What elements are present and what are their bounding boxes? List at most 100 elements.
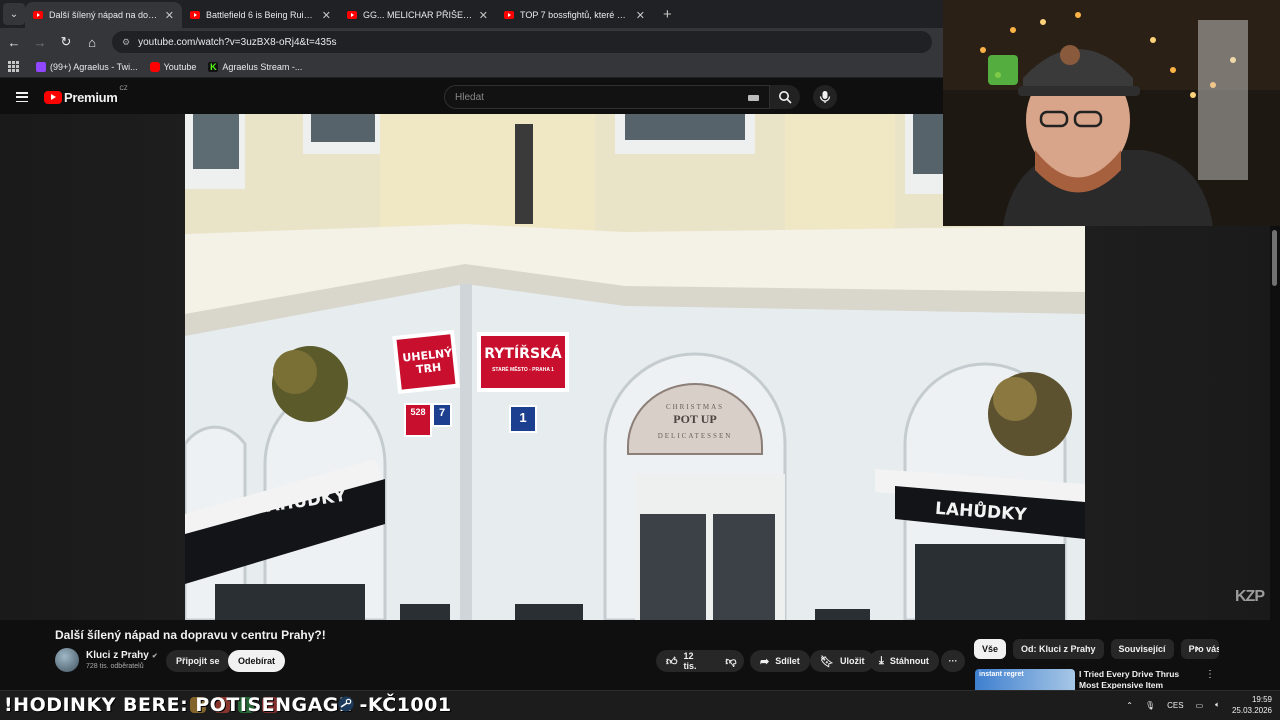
browser-tab[interactable]: Battlefield 6 is Being Ruined By ✕ [182, 2, 339, 28]
share-button[interactable]: ➦ Sdílet [750, 650, 810, 672]
search-placeholder: Hledat [455, 91, 484, 103]
url-text: youtube.com/watch?v=3uzBX8-oRj4&t=435s [138, 36, 337, 48]
scrollbar-thumb[interactable] [1272, 230, 1277, 286]
page-scrollbar[interactable] [1270, 226, 1280, 676]
screen: ⌄ Další šílený nápad na dopravu v ✕ Batt… [0, 0, 1280, 720]
youtube-favicon-icon [33, 11, 43, 19]
thumbnail-tag-text: instant regret [979, 671, 1024, 678]
address-bar[interactable]: ⚙ youtube.com/watch?v=3uzBX8-oRj4&t=435s [112, 31, 932, 53]
channel-name[interactable]: Kluci z Prahy ✔ [86, 650, 158, 661]
download-icon: ⤓ [879, 654, 884, 667]
share-label: Sdílet [775, 656, 800, 666]
tab-close-icon[interactable]: ✕ [636, 9, 645, 22]
chip-all[interactable]: Vše [974, 639, 1007, 659]
menu-icon[interactable] [16, 92, 28, 102]
tab-title: Battlefield 6 is Being Ruined By [206, 10, 316, 20]
recommended-video-thumbnail[interactable]: instant regret [975, 669, 1075, 691]
arch-text-line1: CHRISTMAS [665, 403, 725, 411]
house-number-528: 528 [410, 407, 426, 417]
tab-title: GG... MELICHAR PŘIŠEL O DALŠ [363, 10, 473, 20]
chevron-right-icon[interactable]: › [1195, 641, 1199, 655]
network-icon[interactable]: ▭ [1196, 701, 1204, 710]
back-arrow-icon[interactable]: ← [2, 35, 26, 50]
channel-avatar[interactable] [55, 648, 79, 672]
like-button[interactable]: 👍︎ 12 tis. [656, 650, 718, 672]
browser-tab[interactable]: TOP 7 bossfightů, které hraniči ✕ [496, 2, 653, 28]
search-input[interactable]: Hledat [444, 85, 770, 109]
browser-tab[interactable]: GG... MELICHAR PŘIŠEL O DALŠ ✕ [339, 2, 496, 28]
youtube-play-icon [44, 90, 62, 104]
youtube-favicon-icon [347, 11, 357, 19]
forward-arrow-icon[interactable]: → [28, 35, 52, 50]
chip-related[interactable]: Související [1110, 639, 1174, 659]
new-tab-button[interactable]: + [663, 6, 672, 23]
tab-search-button[interactable]: ⌄ [3, 3, 25, 25]
save-label: Uložit [839, 656, 865, 666]
youtube-logo[interactable]: Premium CZ [44, 86, 128, 105]
taskbar-clock[interactable]: 19:59 25.03.2026 [1232, 694, 1272, 716]
youtube-icon [149, 61, 160, 72]
volume-icon[interactable]: 🔈︎ [1215, 700, 1220, 710]
search-icon [779, 91, 792, 104]
share-icon: ➦ [760, 655, 770, 668]
sign-subtext-rytirska: STARÉ MĚSTO - PRAHA 1 [492, 367, 554, 373]
tab-close-icon[interactable]: ✕ [322, 9, 331, 22]
save-button[interactable]: 🔖︎ Uložit [810, 650, 875, 672]
recommended-video-title[interactable]: I Tried Every Drive Thrus Most Expensive… [1079, 669, 1197, 689]
apps-grid-icon[interactable] [8, 60, 20, 73]
recommendation-chips: Vše Od: Kluci z Prahy Související Pro vá… [974, 639, 1219, 659]
keyboard-icon[interactable] [748, 95, 759, 101]
download-button[interactable]: ⤓ Stáhnout [869, 650, 939, 672]
sign-text-rytirska: RYTÍŘSKÁ [484, 346, 562, 362]
channel-watermark[interactable]: KZP [1235, 588, 1265, 606]
tab-close-icon[interactable]: ✕ [479, 9, 488, 22]
microphone-icon [819, 91, 831, 103]
bookmark-label: Agraelus Stream -... [222, 61, 303, 72]
clock-date: 25.03.2026 [1231, 706, 1272, 715]
arch-text-line2: POT UP [673, 412, 717, 426]
like-count: 12 tis. [683, 651, 697, 671]
language-indicator[interactable]: CES [1167, 701, 1183, 710]
microphone-tray-icon[interactable]: 🎙︎ [1145, 701, 1155, 710]
video-title: Další šílený nápad na dopravu v centru P… [55, 628, 326, 642]
system-tray: ⌃ 🎙︎ CES ▭ 🔈︎ 19:59 25.03.2026 [1114, 692, 1272, 718]
tray-chevron-up-icon[interactable]: ⌃ [1126, 701, 1133, 710]
thumbs-up-icon: 👍︎ [666, 655, 678, 668]
more-actions-button[interactable]: ··· [941, 650, 965, 672]
voice-search-button[interactable] [813, 85, 837, 109]
steam-icon[interactable] [338, 696, 354, 712]
chip-from-channel[interactable]: Od: Kluci z Prahy [1013, 639, 1104, 659]
tab-title: Další šílený nápad na dopravu v [49, 10, 159, 20]
subscriber-count: 728 tis. odběratelů [86, 663, 144, 670]
join-button[interactable]: Připojit se [166, 650, 230, 672]
bookmark-kick[interactable]: K Agraelus Stream -... [208, 61, 303, 72]
kebab-menu-icon[interactable]: ⋮ [1205, 669, 1215, 680]
chip-for-you[interactable]: Pro vás [1180, 639, 1219, 659]
tab-close-icon[interactable]: ✕ [165, 9, 174, 22]
logo-text: Premium [64, 89, 118, 105]
reload-icon[interactable]: ↻ [54, 34, 78, 50]
more-dots-icon: ··· [948, 656, 958, 666]
kick-icon: K [208, 61, 219, 72]
region-code: CZ [119, 85, 128, 92]
orientation-number-1: 1 [519, 410, 527, 425]
twitch-icon [36, 61, 46, 72]
channel-name-text: Kluci z Prahy [86, 650, 149, 661]
subscribe-button[interactable]: Odebírat [228, 650, 286, 672]
search-button[interactable] [770, 85, 800, 109]
verified-icon: ✔ [151, 652, 158, 660]
site-info-icon[interactable]: ⚙ [122, 37, 130, 48]
bookmark-youtube[interactable]: Youtube [149, 61, 196, 72]
stream-ticker-text: !HODINKY BERE: POTISENGAGE -KČ1001 [4, 694, 452, 716]
youtube-favicon-icon [504, 11, 514, 19]
bookmark-twitch[interactable]: (99+) Agraelus - Twi... [36, 61, 138, 72]
dislike-button[interactable]: 👎︎ [718, 650, 744, 672]
street-sign-rytirska [477, 332, 569, 392]
thumbs-down-icon: 👎︎ [725, 655, 737, 668]
streamer-webcam-image [943, 0, 1280, 226]
bookmark-label: (99+) Agraelus - Twi... [50, 61, 138, 72]
orientation-number-7: 7 [438, 407, 446, 419]
clock-time: 19:59 [1251, 695, 1272, 704]
browser-tab[interactable]: Další šílený nápad na dopravu v ✕ [25, 2, 182, 28]
home-icon[interactable]: ⌂ [80, 35, 104, 50]
